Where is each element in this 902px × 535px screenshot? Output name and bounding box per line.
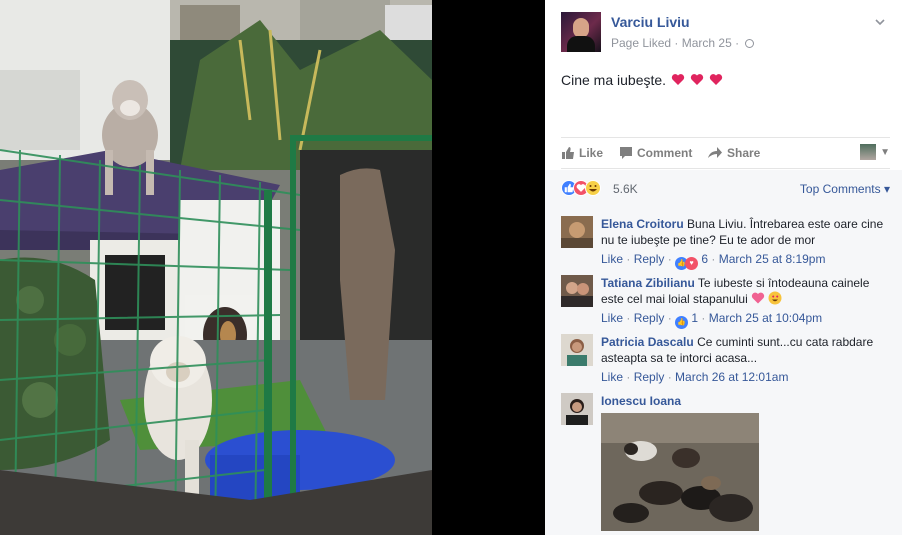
comment-body: Ionescu Ioana <box>601 393 891 409</box>
puppies-photo <box>601 413 759 531</box>
comment-reply-button[interactable]: Reply <box>634 311 665 325</box>
comment-author[interactable]: Elena Croitoru <box>601 217 684 231</box>
avatar[interactable] <box>561 334 593 366</box>
comment-actions: Like · Reply · March 26 at 12:01am <box>601 370 789 384</box>
post-as-avatar <box>860 144 877 160</box>
comment-author[interactable]: Ionescu Ioana <box>601 394 681 408</box>
heart-icon <box>690 74 703 85</box>
comments-section: 5.6K Top Comments ▾ Elena Croitoru Buna … <box>545 170 902 535</box>
share-button[interactable]: Share <box>707 146 760 160</box>
heart-eyes-emoji-icon <box>768 291 782 305</box>
reaction-count: 5.6K <box>613 182 638 196</box>
comment-actions: Like · Reply · 👍 1 · March 25 at 10:04pm <box>601 310 891 329</box>
post-text: Cine ma iubeşte. <box>561 72 723 88</box>
page-liked-label: Page Liked <box>611 36 672 50</box>
caret-down-icon: ▾ <box>883 182 890 196</box>
post-meta: Page Liked · March 25 · <box>611 36 755 50</box>
meta-separator: · <box>674 36 679 50</box>
comment-body: Elena Croitoru Buna Liviu. Întrebarea es… <box>601 216 891 270</box>
like-label: Like <box>579 146 604 160</box>
comment-like-button[interactable]: Like <box>601 252 623 266</box>
comment-time[interactable]: March 25 at 8:19pm <box>719 252 826 266</box>
comment-author[interactable]: Patricia Dascalu <box>601 335 694 349</box>
chevron-down-icon[interactable] <box>874 16 886 28</box>
top-comments-dropdown[interactable]: Top Comments ▾ <box>800 182 890 196</box>
like-reaction-icon: 👍 <box>675 316 689 329</box>
comment-label: Comment <box>637 146 693 160</box>
comment-body: Tatiana Zibilianu Te iubeste si întodeau… <box>601 275 891 329</box>
comment-body: Patricia Dascalu Ce cuminti sunt...cu ca… <box>601 334 891 385</box>
post-panel: Varciu Liviu Page Liked · March 25 · Cin… <box>545 0 902 535</box>
action-bar: Like Comment Share ▼ <box>561 137 890 169</box>
comment-like-button[interactable]: Like <box>601 370 623 384</box>
post-photo[interactable] <box>0 0 432 535</box>
meta-separator-2: · <box>735 36 740 50</box>
haha-reaction-icon <box>585 180 601 196</box>
heart-emoji-icon <box>751 292 765 304</box>
post-message: Cine ma iubeşte. <box>561 72 667 88</box>
photo-dogs-scene <box>0 0 432 535</box>
avatar[interactable] <box>561 393 593 425</box>
share-arrow-icon <box>708 147 722 158</box>
heart-icon <box>671 74 685 85</box>
top-comments-label: Top Comments <box>799 182 881 196</box>
love-reaction-icon: ♥ <box>685 257 699 270</box>
globe-icon <box>745 39 755 48</box>
like-button[interactable]: Like <box>561 146 603 160</box>
avatar[interactable] <box>561 275 593 307</box>
comment-actions: Like · Reply · 👍 ♥ 6 · March 25 at 8:19pm <box>601 251 891 270</box>
post-date[interactable]: March 25 <box>682 36 732 50</box>
comment-reaction-count[interactable]: 1 <box>691 311 698 325</box>
page-avatar[interactable] <box>561 12 601 52</box>
comment-reply-button[interactable]: Reply <box>634 252 665 266</box>
page-name[interactable]: Varciu Liviu <box>611 14 690 30</box>
comment-icon <box>620 147 632 159</box>
heart-icon <box>709 74 722 85</box>
share-label: Share <box>727 146 761 160</box>
comment-like-button[interactable]: Like <box>601 311 623 325</box>
caret-down-icon: ▼ <box>880 146 890 158</box>
comment-author[interactable]: Tatiana Zibilianu <box>601 276 695 290</box>
comment-button[interactable]: Comment <box>619 146 692 160</box>
comment-reaction-count[interactable]: 6 <box>701 252 708 266</box>
comment-reply-button[interactable]: Reply <box>634 370 665 384</box>
comment-time[interactable]: March 26 at 12:01am <box>675 370 788 384</box>
avatar[interactable] <box>561 216 593 248</box>
comment-photo[interactable] <box>601 413 759 531</box>
photo-viewer <box>0 0 545 535</box>
thumbs-up-icon <box>562 147 574 159</box>
comment-time[interactable]: March 25 at 10:04pm <box>709 311 822 325</box>
post-as-selector[interactable]: ▼ <box>860 144 890 160</box>
post-header: Varciu Liviu Page Liked · March 25 · <box>561 12 890 54</box>
